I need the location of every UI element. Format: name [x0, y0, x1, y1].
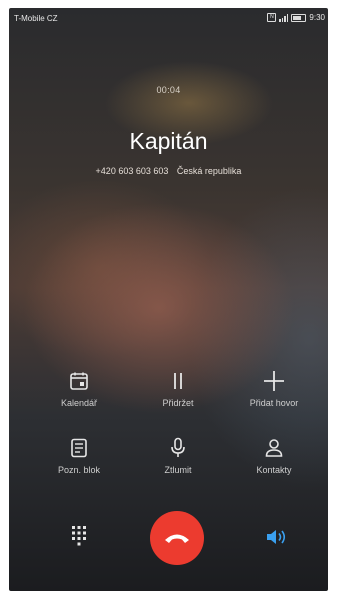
speaker-icon — [267, 530, 286, 544]
dialpad-button[interactable] — [68, 523, 90, 549]
clock: 9:30 — [309, 13, 325, 22]
contact-number-line: +420 603 603 603 Česká republika — [9, 166, 328, 176]
mute-label: Ztlumit — [164, 465, 192, 475]
call-screen: T-Mobile CZ N 9:30 00:04 Kapitán +420 60… — [9, 8, 328, 591]
status-icons: N 9:30 — [267, 13, 325, 22]
pause-icon — [133, 368, 223, 394]
end-call-icon — [165, 534, 189, 543]
carrier-name: T-Mobile CZ — [14, 14, 58, 23]
hold-label: Přidržet — [162, 398, 194, 408]
calendar-label: Kalendář — [60, 398, 98, 408]
contacts-label: Kontakty — [256, 465, 292, 475]
battery-icon — [291, 13, 307, 22]
microphone-icon — [133, 435, 223, 461]
speaker-button[interactable] — [264, 524, 290, 550]
notepad-button[interactable]: Pozn. blok — [34, 435, 124, 475]
hold-button[interactable]: Přidržet — [133, 368, 223, 408]
call-duration: 00:04 — [156, 85, 181, 95]
add-call-label: Přidat hovor — [249, 398, 299, 408]
mute-button[interactable]: Ztlumit — [133, 435, 223, 475]
phone-number: +420 603 603 603 — [95, 166, 169, 176]
dialpad-icon — [72, 526, 86, 546]
add-call-button[interactable]: Přidat hovor — [229, 368, 319, 408]
calendar-icon — [34, 368, 124, 394]
plus-icon — [229, 368, 319, 394]
number-location: Česká republika — [176, 166, 242, 176]
person-icon — [229, 435, 319, 461]
contacts-button[interactable]: Kontakty — [229, 435, 319, 475]
status-bar: T-Mobile CZ N 9:30 — [9, 8, 328, 26]
nfc-icon: N — [267, 13, 277, 22]
notepad-icon — [34, 435, 124, 461]
end-call-button[interactable] — [150, 511, 204, 565]
contact-name: Kapitán — [129, 128, 208, 154]
calendar-button[interactable]: Kalendář — [34, 368, 124, 408]
signal-icon — [279, 13, 289, 22]
notepad-label: Pozn. blok — [57, 465, 101, 475]
